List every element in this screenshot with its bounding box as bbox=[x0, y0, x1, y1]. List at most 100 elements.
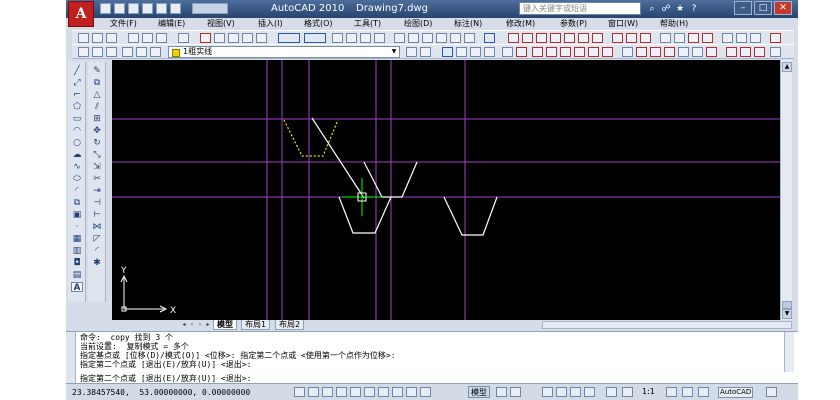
zoom-previous-icon[interactable] bbox=[374, 33, 385, 43]
scale-icon[interactable]: ⤡ bbox=[91, 150, 103, 160]
object-snap-node-icon[interactable] bbox=[664, 47, 675, 57]
properties-icon[interactable] bbox=[394, 33, 405, 43]
plot-preview-icon[interactable] bbox=[142, 33, 153, 43]
menu-tools[interactable]: 工具(T) bbox=[354, 18, 381, 29]
model-space-button[interactable]: 模型 bbox=[468, 386, 490, 398]
close-button[interactable]: ✕ bbox=[774, 1, 792, 15]
qnew-icon[interactable] bbox=[78, 33, 89, 43]
copy-icon[interactable] bbox=[214, 33, 225, 43]
multiline-text-icon[interactable]: A bbox=[71, 282, 83, 293]
arc-icon[interactable]: ◠ bbox=[71, 126, 83, 136]
dynamic-input-toggle[interactable] bbox=[392, 387, 403, 397]
auto-scale-icon[interactable] bbox=[666, 387, 677, 397]
trapezoid-copy[interactable] bbox=[443, 196, 498, 236]
center-mark-icon[interactable] bbox=[674, 33, 685, 43]
insert-block-icon[interactable]: ⧉ bbox=[71, 198, 83, 208]
object-snap-endpoint-icon[interactable] bbox=[502, 47, 513, 57]
sheet-set-icon[interactable] bbox=[436, 33, 447, 43]
scroll-up-icon[interactable]: ▲ bbox=[782, 62, 792, 72]
object-snap-parallel-icon[interactable] bbox=[636, 47, 647, 57]
plot-icon[interactable] bbox=[128, 33, 139, 43]
layer-thaw-icon[interactable] bbox=[136, 47, 147, 57]
stretch-icon[interactable]: ⇲ bbox=[91, 162, 103, 172]
layer-unlock-icon[interactable] bbox=[150, 47, 161, 57]
workspace-dropdown[interactable] bbox=[192, 3, 228, 14]
gradient-icon[interactable]: ▥ bbox=[71, 246, 83, 256]
object-snap-midpoint-icon[interactable] bbox=[516, 47, 527, 57]
tab-model[interactable]: 模型 bbox=[213, 320, 237, 330]
menu-help[interactable]: 帮助(H) bbox=[660, 18, 688, 29]
dimension-baseline-icon[interactable] bbox=[626, 33, 637, 43]
array-icon[interactable]: ⊞ bbox=[91, 114, 103, 124]
favorites-icon[interactable]: ★ bbox=[674, 3, 686, 15]
dimension-diameter-icon[interactable] bbox=[578, 33, 589, 43]
communication-center-icon[interactable]: ☍ bbox=[660, 3, 672, 15]
layer-properties-icon[interactable] bbox=[78, 47, 89, 57]
make-block-icon[interactable]: ▣ bbox=[71, 210, 83, 220]
showmotion-icon[interactable] bbox=[584, 387, 595, 397]
object-snap-nearest-icon[interactable] bbox=[678, 47, 689, 57]
tab-layout2[interactable]: 布局2 bbox=[275, 320, 305, 330]
spline-icon[interactable]: ∿ bbox=[71, 162, 83, 172]
dimension-angular-icon[interactable] bbox=[592, 33, 603, 43]
command-window-grip[interactable] bbox=[66, 332, 76, 384]
command-input[interactable]: 指定第二个点或 [退出(E)/放弃(U)] <退出>: bbox=[80, 374, 251, 383]
break-icon[interactable]: ⊢ bbox=[91, 210, 103, 220]
redo-icon[interactable] bbox=[170, 3, 181, 14]
3d-dwf-icon[interactable] bbox=[178, 33, 189, 43]
chamfer-icon[interactable]: ◸ bbox=[91, 234, 103, 244]
undo-dropdown[interactable] bbox=[278, 33, 300, 43]
maximize-button[interactable]: □ bbox=[754, 1, 772, 15]
object-snap-insert-icon[interactable] bbox=[650, 47, 661, 57]
layer-dropdown[interactable]: 1粗实线 ▼ bbox=[168, 46, 400, 58]
layer-on-icon[interactable] bbox=[122, 47, 133, 57]
pan-icon[interactable] bbox=[332, 33, 343, 43]
quick-view-layouts-icon[interactable] bbox=[496, 387, 507, 397]
lineweight-toggle[interactable] bbox=[406, 387, 417, 397]
snap-none-icon[interactable] bbox=[692, 47, 703, 57]
object-snap-toggle[interactable] bbox=[350, 387, 361, 397]
polygon-icon[interactable]: ⬠ bbox=[71, 102, 83, 112]
menu-view[interactable]: 视图(V) bbox=[207, 18, 235, 29]
ellipse-arc-icon[interactable]: ◜ bbox=[71, 186, 83, 196]
drawing-area[interactable]: Y X bbox=[112, 60, 780, 320]
design-center-icon[interactable] bbox=[408, 33, 419, 43]
new-file-icon[interactable] bbox=[100, 3, 111, 14]
help-icon[interactable]: ? bbox=[688, 3, 700, 15]
first-tab-icon[interactable]: ◂ bbox=[180, 320, 188, 329]
menu-edit[interactable]: 编辑(E) bbox=[158, 18, 185, 29]
rectangle-icon[interactable]: ▭ bbox=[71, 114, 83, 124]
region-icon[interactable]: ◘ bbox=[71, 258, 83, 268]
vertical-scrollbar[interactable]: ▲ ▼ bbox=[780, 60, 792, 320]
layer-previous-icon[interactable] bbox=[106, 47, 117, 57]
publish-icon[interactable] bbox=[156, 33, 167, 43]
rotate-icon[interactable]: ↻ bbox=[91, 138, 103, 148]
fillet-icon[interactable]: ◜ bbox=[91, 246, 103, 256]
clean-screen-icon[interactable] bbox=[766, 387, 777, 397]
quick-view-drawings-icon[interactable] bbox=[510, 387, 521, 397]
ucs-move-icon[interactable] bbox=[442, 47, 453, 57]
circle-icon[interactable]: ○ bbox=[71, 138, 83, 148]
tab-layout1[interactable]: 布局1 bbox=[241, 320, 271, 330]
dimension-text-edit-icon[interactable] bbox=[736, 33, 747, 43]
undo-icon[interactable] bbox=[156, 3, 167, 14]
dimension-arc-icon[interactable] bbox=[536, 33, 547, 43]
temporary-track-icon[interactable] bbox=[726, 47, 737, 57]
tolerance-icon[interactable] bbox=[660, 33, 671, 43]
selected-trapezoid[interactable] bbox=[283, 119, 339, 157]
layer-state-icon[interactable] bbox=[92, 47, 103, 57]
table-icon[interactable]: ▤ bbox=[71, 270, 83, 280]
move-icon[interactable]: ✥ bbox=[91, 126, 103, 136]
ellipse-icon[interactable]: ⬭ bbox=[71, 174, 83, 184]
join-icon[interactable]: ⋈ bbox=[91, 222, 103, 232]
dimension-style-icon[interactable] bbox=[770, 33, 781, 43]
help-toolbar-icon[interactable] bbox=[484, 33, 495, 43]
menu-format[interactable]: 格式(O) bbox=[304, 18, 333, 29]
midpoint-between-icon[interactable] bbox=[754, 47, 765, 57]
quickcalc-icon[interactable] bbox=[464, 33, 475, 43]
quick-properties-toggle[interactable] bbox=[420, 387, 431, 397]
command-scrollbar[interactable] bbox=[784, 332, 794, 372]
search-icon[interactable]: ⌕ bbox=[646, 3, 658, 15]
make-current-icon[interactable] bbox=[406, 47, 417, 57]
help-search-input[interactable]: 键入关键字或短语 bbox=[519, 2, 641, 15]
